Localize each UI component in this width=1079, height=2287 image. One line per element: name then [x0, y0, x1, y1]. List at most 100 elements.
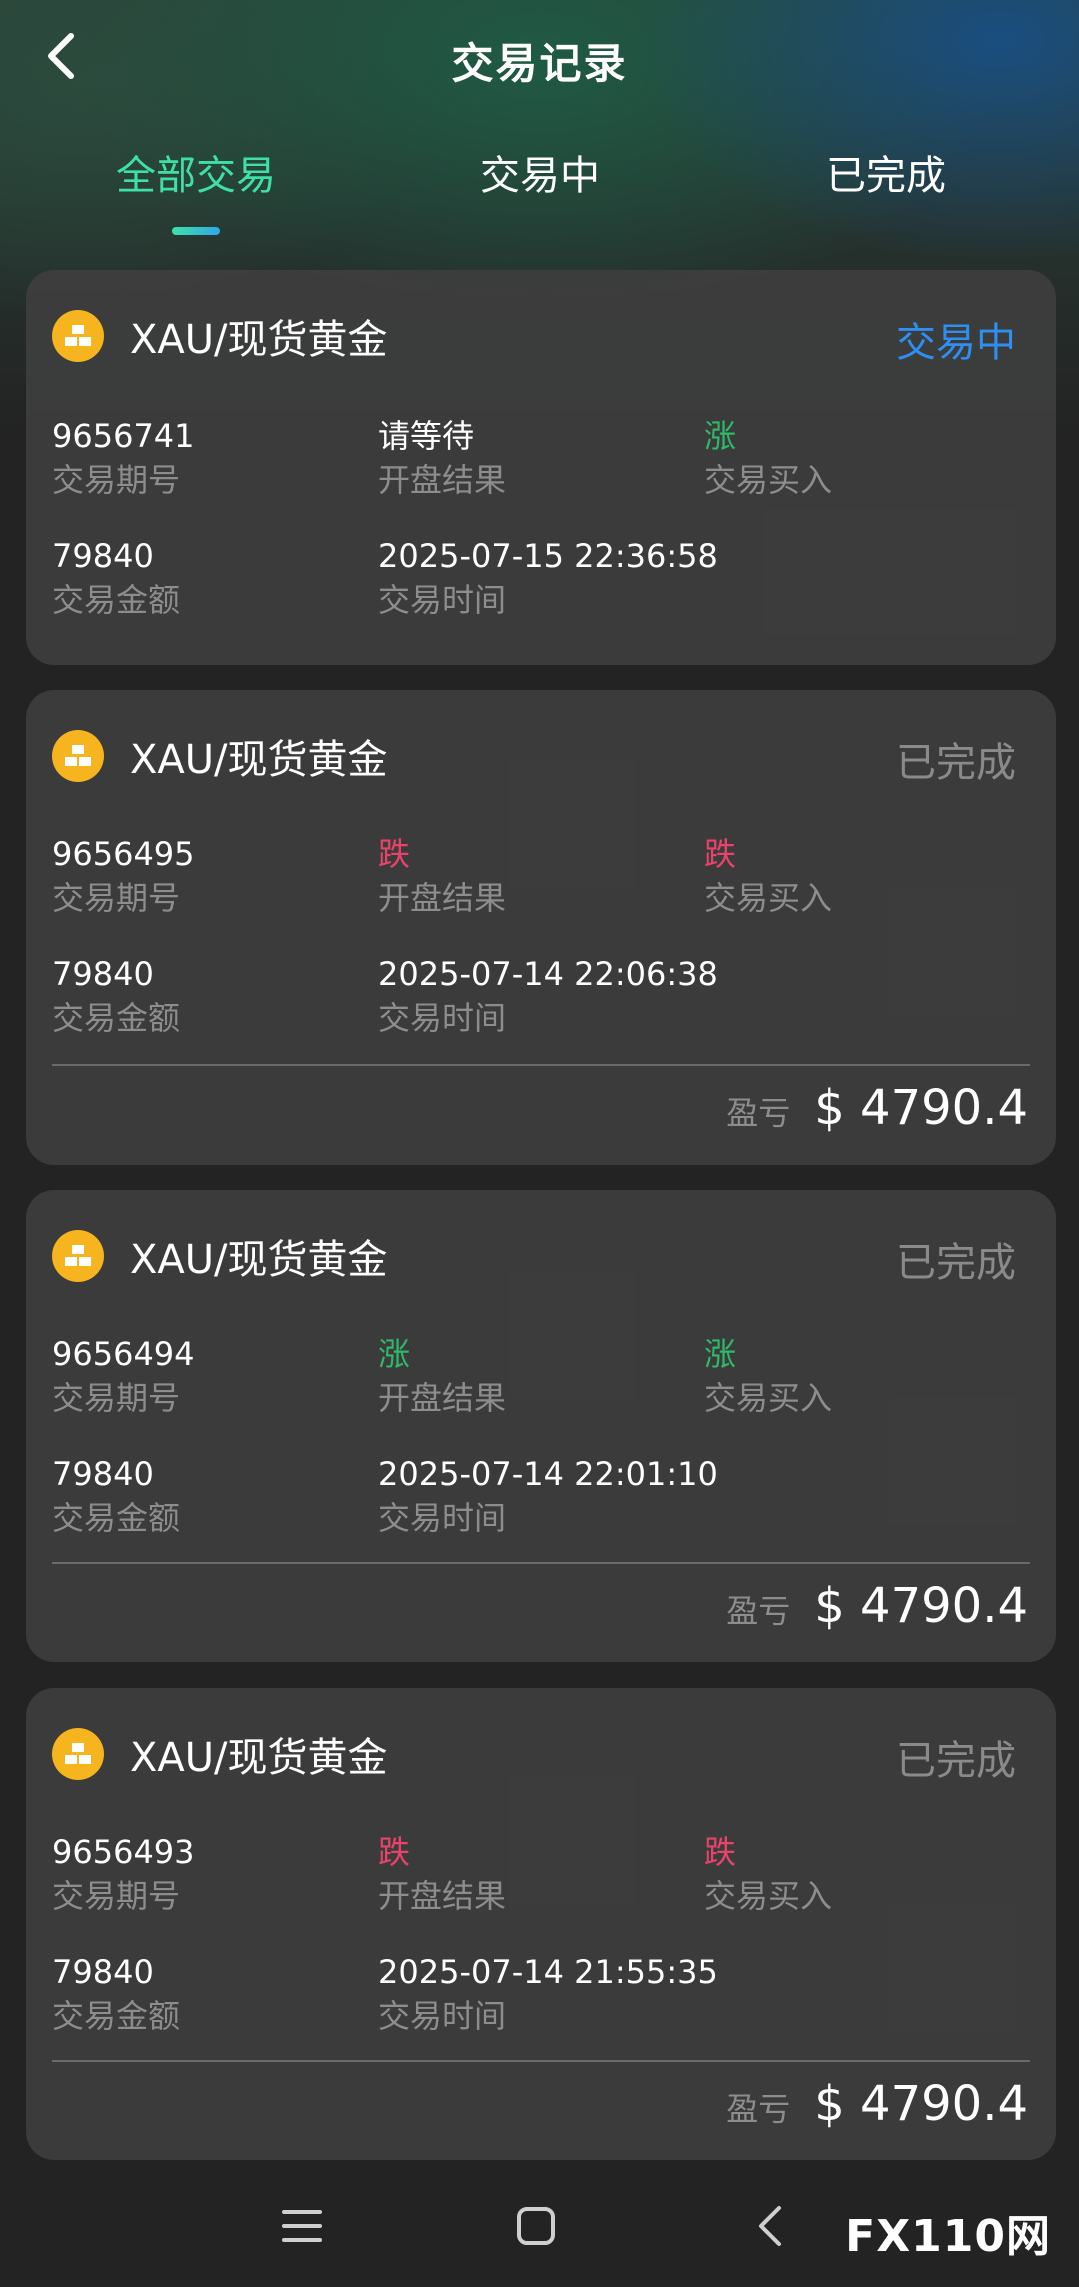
amount-label: 交易金额	[52, 581, 181, 619]
trade-card[interactable]: XAU/现货黄金 已完成 9656493 交易期号 跌 开盘结果 跌 交易买入 …	[26, 1688, 1056, 2160]
card-header: XAU/现货黄金	[52, 306, 388, 366]
result-value: 涨	[378, 1335, 411, 1373]
card-header: XAU/现货黄金	[52, 726, 388, 786]
pnl-row: 盈亏 $ 4790.4	[726, 2076, 1028, 2132]
trade-card[interactable]: XAU/现货黄金 交易中 9656741 交易期号 请等待 开盘结果 涨 交易买…	[26, 270, 1056, 665]
trade-status: 交易中	[896, 320, 1016, 366]
result-field: 请等待 开盘结果	[378, 414, 506, 502]
time-value: 2025-07-14 22:01:10	[378, 1455, 718, 1493]
page-title: 交易记录	[451, 39, 628, 88]
time-label: 交易时间	[378, 1499, 507, 1537]
gold-bars-icon	[52, 730, 104, 782]
tab-bar: 全部交易 交易中 已完成	[0, 135, 1079, 245]
buy-field: 涨 交易买入	[704, 414, 832, 502]
divider	[52, 1562, 1030, 1564]
period-field: 9656495 交易期号	[52, 832, 195, 920]
time-label: 交易时间	[378, 1997, 507, 2035]
trade-symbol: XAU/现货黄金	[130, 317, 388, 363]
pnl-value: $ 4790.4	[814, 1578, 1028, 1634]
amount-field: 79840 交易金额	[52, 952, 180, 1040]
buy-value: 涨	[704, 1335, 737, 1373]
amount-label: 交易金额	[52, 1499, 181, 1537]
period-field: 9656741 交易期号	[52, 414, 195, 502]
trade-card[interactable]: XAU/现货黄金 已完成 9656495 交易期号 跌 开盘结果 跌 交易买入 …	[26, 690, 1056, 1165]
tab-active-indicator	[172, 227, 220, 235]
result-label: 开盘结果	[378, 1877, 507, 1915]
amount-value: 79840	[52, 1455, 154, 1493]
time-field: 2025-07-15 22:36:58 交易时间	[378, 534, 718, 622]
amount-field: 79840 交易金额	[52, 1950, 180, 2038]
result-label: 开盘结果	[378, 461, 507, 499]
divider	[52, 1064, 1030, 1066]
time-field: 2025-07-14 21:55:35 交易时间	[378, 1950, 718, 2038]
amount-label: 交易金额	[52, 1997, 181, 2035]
trade-status: 已完成	[896, 1240, 1016, 1286]
period-value: 9656495	[52, 835, 195, 873]
buy-value: 跌	[704, 835, 737, 873]
menu-icon	[282, 2210, 322, 2242]
trade-symbol: XAU/现货黄金	[130, 737, 388, 783]
amount-value: 79840	[52, 955, 154, 993]
trade-card[interactable]: XAU/现货黄金 已完成 9656494 交易期号 涨 开盘结果 涨 交易买入 …	[26, 1190, 1056, 1662]
tab-completed[interactable]: 已完成	[756, 143, 1016, 201]
trade-status: 已完成	[896, 1738, 1016, 1784]
amount-field: 79840 交易金额	[52, 534, 180, 622]
time-value: 2025-07-15 22:36:58	[378, 537, 718, 575]
pnl-label: 盈亏	[726, 2090, 791, 2128]
pnl-row: 盈亏 $ 4790.4	[726, 1578, 1028, 1634]
time-label: 交易时间	[378, 581, 507, 619]
nav-home-button[interactable]	[496, 2186, 576, 2266]
watermark-brand: FX110网	[845, 2211, 1051, 2262]
amount-value: 79840	[52, 537, 154, 575]
card-header: XAU/现货黄金	[52, 1226, 388, 1286]
amount-field: 79840 交易金额	[52, 1452, 180, 1540]
card-header: XAU/现货黄金	[52, 1724, 388, 1784]
buy-value: 跌	[704, 1833, 737, 1871]
pnl-row: 盈亏 $ 4790.4	[726, 1080, 1028, 1136]
amount-label: 交易金额	[52, 999, 181, 1037]
period-value: 9656493	[52, 1833, 195, 1871]
result-field: 涨 开盘结果	[378, 1332, 506, 1420]
pnl-value: $ 4790.4	[814, 2076, 1028, 2132]
nav-back-button[interactable]	[730, 2186, 810, 2266]
buy-label: 交易买入	[704, 879, 833, 917]
pnl-label: 盈亏	[726, 1094, 791, 1132]
gold-bars-icon	[52, 1230, 104, 1282]
period-value: 9656494	[52, 1335, 195, 1373]
buy-field: 跌 交易买入	[704, 832, 832, 920]
trade-symbol: XAU/现货黄金	[130, 1237, 388, 1283]
amount-value: 79840	[52, 1953, 154, 1991]
trade-symbol: XAU/现货黄金	[130, 1735, 388, 1781]
time-field: 2025-07-14 22:06:38 交易时间	[378, 952, 718, 1040]
time-label: 交易时间	[378, 999, 507, 1037]
gold-bars-icon	[52, 1728, 104, 1780]
buy-label: 交易买入	[704, 461, 833, 499]
time-value: 2025-07-14 22:06:38	[378, 955, 718, 993]
time-field: 2025-07-14 22:01:10 交易时间	[378, 1452, 718, 1540]
tab-all-trades[interactable]: 全部交易	[66, 143, 326, 201]
result-label: 开盘结果	[378, 879, 507, 917]
period-value: 9656741	[52, 417, 195, 455]
nav-recents-button[interactable]	[262, 2186, 342, 2266]
pnl-value: $ 4790.4	[814, 1080, 1028, 1136]
home-square-icon	[517, 2207, 555, 2245]
divider	[52, 2060, 1030, 2062]
pnl-label: 盈亏	[726, 1592, 791, 1630]
trade-status: 已完成	[896, 740, 1016, 786]
period-label: 交易期号	[52, 879, 181, 917]
tab-in-progress[interactable]: 交易中	[410, 143, 670, 201]
buy-field: 涨 交易买入	[704, 1332, 832, 1420]
result-value: 跌	[378, 1833, 411, 1871]
result-field: 跌 开盘结果	[378, 832, 506, 920]
period-label: 交易期号	[52, 1877, 181, 1915]
result-field: 跌 开盘结果	[378, 1830, 506, 1918]
buy-label: 交易买入	[704, 1379, 833, 1417]
top-bar: 交易记录	[0, 0, 1079, 120]
period-label: 交易期号	[52, 461, 181, 499]
gold-bars-icon	[52, 310, 104, 362]
time-value: 2025-07-14 21:55:35	[378, 1953, 718, 1991]
period-label: 交易期号	[52, 1379, 181, 1417]
chevron-left-icon	[759, 2206, 781, 2246]
result-value: 跌	[378, 835, 411, 873]
period-field: 9656494 交易期号	[52, 1332, 195, 1420]
